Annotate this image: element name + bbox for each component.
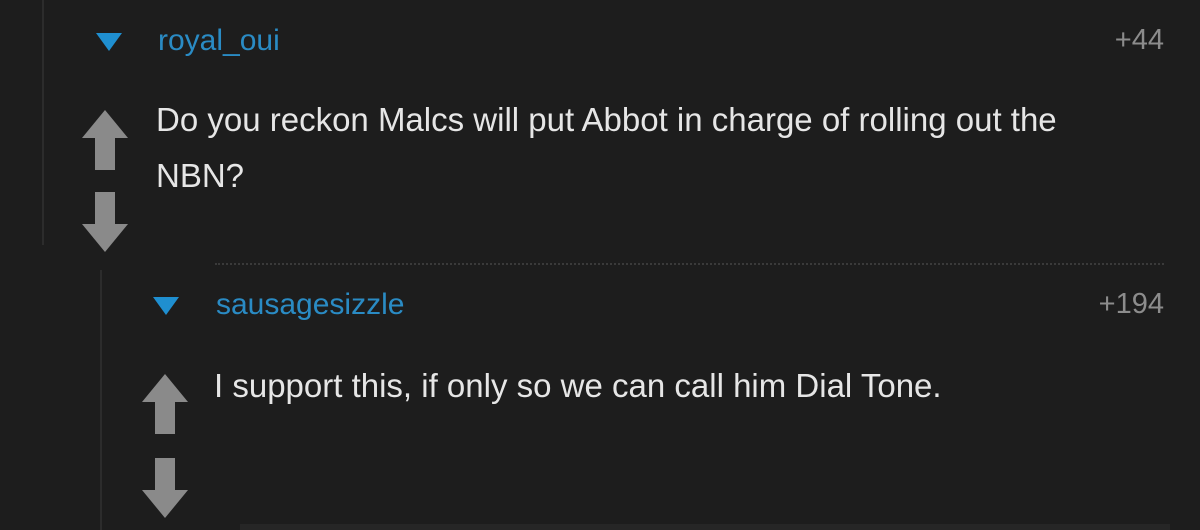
comment-body: Do you reckon Malcs will put Abbot in ch… [156,101,1057,194]
triangle-down-icon[interactable] [153,297,179,315]
next-comment-edge [240,524,1170,530]
comment-divider [215,263,1164,265]
triangle-down-icon[interactable] [96,33,122,51]
arrow-down-icon[interactable] [80,190,130,254]
nested-thread-line [100,270,102,530]
comment-score: +194 [1098,288,1164,320]
thread-line [42,0,44,245]
comment-username[interactable]: sausagesizzle [216,288,404,322]
arrow-up-icon[interactable] [80,108,130,172]
comment-score: +44 [1114,24,1164,56]
arrow-down-icon[interactable] [140,456,190,520]
comment-body: I support this, if only so we can call h… [214,367,942,404]
arrow-up-icon[interactable] [140,372,190,436]
comment-username[interactable]: royal_oui [158,24,280,58]
